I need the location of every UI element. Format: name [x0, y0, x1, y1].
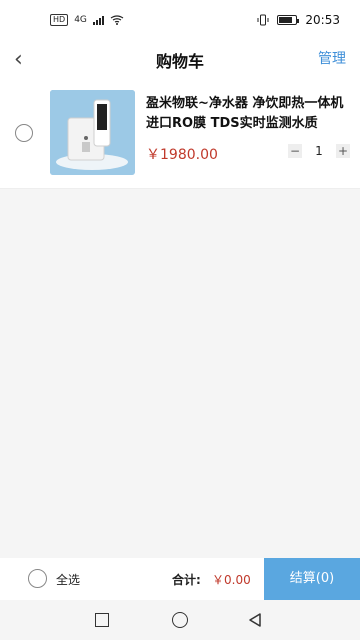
product-name[interactable]: 盈米物联~净水器 净饮即热一体机 进口RO膜 TDS实时监测水质: [146, 94, 354, 134]
product-image[interactable]: [50, 90, 135, 175]
item-select-radio[interactable]: [15, 124, 33, 142]
checkout-button[interactable]: 结算(0): [264, 558, 360, 600]
increase-quantity-button[interactable]: +: [336, 144, 350, 158]
status-bar: HD 4G 20:53: [0, 0, 360, 40]
total-label: 合计:: [172, 573, 201, 587]
status-left: HD 4G: [50, 14, 124, 26]
vibrate-icon: [257, 14, 269, 26]
product-price: ￥1980.00: [146, 147, 218, 163]
home-icon[interactable]: [172, 612, 188, 628]
recent-apps-icon[interactable]: [95, 613, 109, 627]
total-value: ￥0.00: [212, 573, 251, 587]
manage-button[interactable]: 管理: [318, 48, 346, 68]
top-nav: ‹ 购物车 管理: [0, 40, 360, 76]
cart-footer: 全选 合计: ￥0.00 结算(0): [0, 558, 360, 600]
network-type: 4G: [74, 15, 87, 25]
quantity-stepper: − 1 +: [288, 144, 350, 158]
battery-icon: [277, 15, 300, 25]
select-all-label[interactable]: 全选: [56, 571, 80, 588]
quantity-value: 1: [315, 144, 323, 158]
clock: 20:53: [305, 13, 340, 27]
cart-item: 盈米物联~净水器 净饮即热一体机 进口RO膜 TDS实时监测水质 ￥1980.0…: [0, 76, 360, 189]
system-back-icon[interactable]: [247, 612, 263, 628]
signal-icon: [92, 15, 104, 25]
status-right: 20:53: [257, 13, 340, 27]
hd-badge: HD: [50, 14, 69, 26]
wifi-icon: [110, 15, 124, 25]
select-all-radio[interactable]: [28, 569, 47, 588]
system-nav-bar: [0, 600, 360, 640]
page-title: 购物车: [155, 52, 204, 71]
decrease-quantity-button[interactable]: −: [288, 144, 302, 158]
